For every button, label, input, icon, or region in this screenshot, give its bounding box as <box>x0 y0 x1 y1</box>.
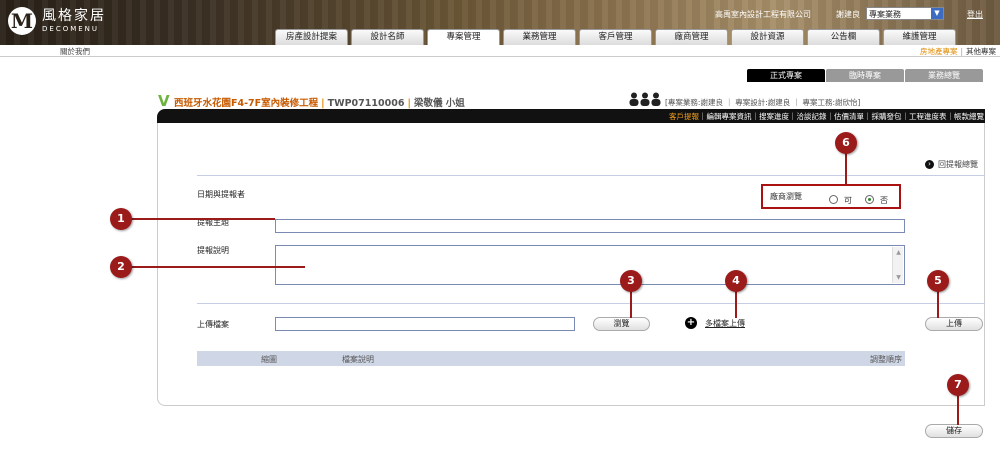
tab-formal-project[interactable]: 正式專案 <box>747 69 825 82</box>
nav-tab[interactable]: 客戶管理 <box>579 29 652 45</box>
description-label: 提報說明 <box>197 246 229 255</box>
scroll-up-icon[interactable]: ▲ <box>894 248 903 257</box>
project-type-links: 房地產專案 | 其他專案 <box>920 46 996 57</box>
real-estate-project-link[interactable]: 房地產專案 <box>920 47 958 56</box>
project-subnav: 客戶提報｜編輯專案資訊｜搜案進度｜洽談記錄｜估價清單｜採購發包｜工程進度表｜帳款… <box>669 111 984 122</box>
logo-en: DECOMENU <box>42 25 100 33</box>
divider <box>197 175 985 176</box>
col-file-description: 檔案說明 <box>342 355 374 364</box>
nav-tab[interactable]: 設計名師 <box>351 29 424 45</box>
file-table-header: 縮圖 檔案說明 調整順序 <box>197 351 905 366</box>
role-select[interactable]: 專案業務 ▼ <box>866 7 944 20</box>
plus-icon: + <box>685 317 697 329</box>
role-select-value: 專案業務 <box>869 10 901 19</box>
scroll-down-icon[interactable]: ▼ <box>894 273 903 282</box>
back-to-report-overview[interactable]: › 回提報總覽 <box>925 159 978 170</box>
sub-bar <box>0 45 1000 57</box>
vendor-view-box: 廠商瀏覽 可 否 <box>761 184 901 209</box>
subject-input[interactable] <box>275 219 905 233</box>
logo-text: 風格家居 DECOMENU <box>42 9 106 33</box>
callout-marker: 4 <box>725 270 747 292</box>
vendor-view-label: 廠商瀏覽 <box>770 192 802 201</box>
upload-file-label: 上傳檔案 <box>197 320 229 329</box>
people-icon <box>629 92 661 106</box>
callout-line <box>937 290 939 318</box>
company-name: 高禹室內設計工程有限公司 <box>715 10 811 19</box>
description-textarea[interactable]: ▲ ▼ <box>275 245 905 285</box>
multi-upload-link[interactable]: + 多檔案上傳 <box>685 317 745 329</box>
project-staff: [專案業務:謝建良 ｜ 專案設計:謝建良 ｜ 專案工務:謝欣怡] <box>665 98 861 107</box>
check-mark-icon: V <box>158 92 170 110</box>
divider <box>197 303 985 304</box>
separator: | <box>321 98 325 109</box>
separator: | <box>407 98 411 109</box>
logo-cn: 風格家居 <box>42 8 106 24</box>
back-link-label: 回提報總覽 <box>938 160 978 169</box>
save-button[interactable]: 儲存 <box>925 424 983 438</box>
browse-button[interactable]: 瀏覽 <box>593 317 650 331</box>
date-reporter-label: 日期與提報者 <box>197 190 245 199</box>
callout-line <box>735 290 737 318</box>
callout-marker: 2 <box>110 256 132 278</box>
callout-marker: 5 <box>927 270 949 292</box>
nav-tab[interactable]: 設計資源 <box>731 29 804 45</box>
callout-marker: 7 <box>947 374 969 396</box>
multi-upload-label: 多檔案上傳 <box>705 318 745 328</box>
nav-tab[interactable]: 業務管理 <box>503 29 576 45</box>
tab-business-overview[interactable]: 業務總覽 <box>905 69 983 82</box>
project-title: 西班牙水花園F4-7F室內裝修工程 | TWP07110006 | 梁敬儀 小姐 <box>174 95 465 109</box>
callout-line <box>845 152 847 185</box>
callout-marker: 1 <box>110 208 132 230</box>
project-tabs: 正式專案 臨時專案 業務總覽 <box>747 69 984 82</box>
user-name: 謝建良 <box>836 10 860 19</box>
arrow-icon: › <box>925 160 934 169</box>
vendor-view-no-label: 否 <box>880 196 888 205</box>
textarea-scrollbar[interactable]: ▲ ▼ <box>892 247 903 283</box>
col-order: 調整順序 <box>870 355 902 364</box>
tab-temp-project[interactable]: 臨時專案 <box>826 69 904 82</box>
nav-tab[interactable]: 房產設計提案 <box>275 29 348 45</box>
project-name: 西班牙水花園F4-7F室內裝修工程 <box>174 98 319 109</box>
col-thumbnail: 縮圖 <box>261 355 277 364</box>
nav-tab[interactable]: 維護管理 <box>883 29 956 45</box>
subnav-links[interactable]: ｜編輯專案資訊｜搜案進度｜洽談記錄｜估價清單｜採購發包｜工程進度表｜帳款總覽 <box>699 112 984 121</box>
logout-link[interactable]: 登出 <box>967 9 983 20</box>
about-link[interactable]: 關於我們 <box>60 46 90 57</box>
nav-tab[interactable]: 廠商管理 <box>655 29 728 45</box>
callout-marker: 3 <box>620 270 642 292</box>
upload-file-input[interactable] <box>275 317 575 331</box>
nav-tab-active[interactable]: 專案管理 <box>427 29 500 45</box>
vendor-view-yes-radio[interactable] <box>829 195 838 204</box>
callout-line <box>130 218 275 220</box>
logo-mark-icon: M <box>8 7 36 35</box>
other-project-link[interactable]: 其他專案 <box>966 47 996 56</box>
callout-marker: 6 <box>835 132 857 154</box>
main-nav: 房產設計提案 設計名師 專案管理 業務管理 客戶管理 廠商管理 設計資源 公告欄… <box>275 29 959 45</box>
project-code: TWP07110006 <box>327 98 405 109</box>
callout-line <box>957 394 959 425</box>
separator: | <box>960 47 963 56</box>
callout-line <box>630 290 632 318</box>
project-owner: 梁敬儀 小姐 <box>413 98 465 109</box>
chevron-down-icon[interactable]: ▼ <box>931 8 943 19</box>
nav-tab[interactable]: 公告欄 <box>807 29 880 45</box>
vendor-view-yes-label: 可 <box>844 196 852 205</box>
callout-line <box>130 266 305 268</box>
logo[interactable]: M 風格家居 DECOMENU <box>8 7 106 35</box>
upload-button[interactable]: 上傳 <box>925 317 983 331</box>
subnav-customer-report[interactable]: 客戶提報 <box>669 112 699 121</box>
vendor-view-no-radio[interactable] <box>865 195 874 204</box>
